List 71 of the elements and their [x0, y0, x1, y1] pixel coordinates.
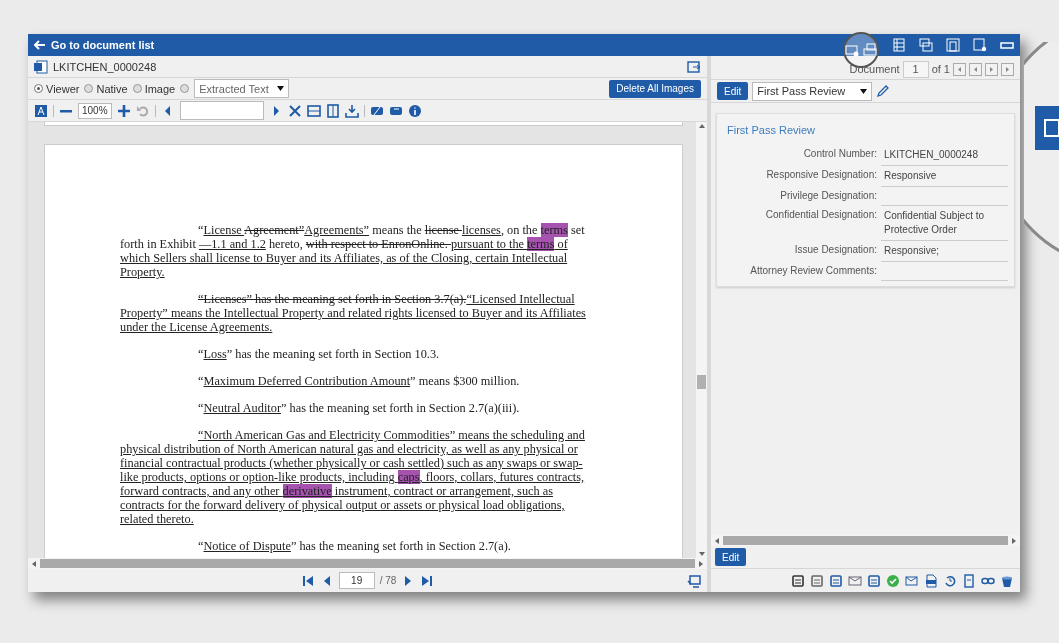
- page-total: / 78: [379, 575, 397, 586]
- text-source-dropdown[interactable]: Extracted Text: [194, 79, 289, 98]
- last-page-icon[interactable]: [420, 573, 435, 588]
- panel-title: First Pass Review: [727, 124, 817, 136]
- delete-all-images-button[interactable]: Delete All Images: [609, 79, 701, 98]
- layout-dropdown[interactable]: First Pass Review: [752, 81, 873, 101]
- download-icon[interactable]: [344, 103, 359, 118]
- stack-icon[interactable]: [863, 43, 877, 57]
- edit-button[interactable]: Edit: [715, 548, 747, 566]
- document-paragraph: “Maximum Deferred Contribution Amount” means $300 million.: [197, 374, 521, 388]
- file-name: LKITCHEN_0000248: [53, 60, 157, 73]
- field-label: Issue Designation:: [793, 243, 877, 257]
- document-paragraph: “Notice of Dispute” has the meaning set forth in Section 2.7(a).: [197, 539, 512, 553]
- pencil-icon[interactable]: [876, 84, 891, 98]
- view-mode-radio[interactable]: Viewer: [34, 82, 80, 95]
- scrollbar-thumb[interactable]: [697, 375, 706, 389]
- text-mode-icon[interactable]: [34, 103, 48, 118]
- back-link[interactable]: Go to document list: [34, 39, 155, 51]
- document-number-field[interactable]: 1: [902, 60, 929, 78]
- check-icon[interactable]: [886, 573, 900, 588]
- windows-icon[interactable]: [919, 38, 933, 52]
- scroll-right-icon[interactable]: [1010, 536, 1018, 545]
- document-total: of 1: [931, 63, 950, 75]
- field-value: LKITCHEN_0000248: [881, 146, 1008, 166]
- zoom-field[interactable]: 100%: [78, 102, 112, 119]
- document-paragraph: “Loss” has the meaning set forth in Section 10.3.: [197, 347, 441, 361]
- caret-icon: [276, 86, 284, 91]
- scroll-left-icon[interactable]: [713, 536, 721, 545]
- field-value: Confidential Subject to Protective Order: [881, 207, 1008, 241]
- document-paragraph: “Neutral Auditor” has the meaning set forth in Section 2.7(a)(iii).: [197, 401, 521, 415]
- view-mode-radio[interactable]: [180, 84, 190, 93]
- window-gear-icon[interactable]: [973, 38, 987, 52]
- field-label: Privilege Designation:: [779, 189, 877, 203]
- document-label: Document: [849, 63, 900, 75]
- scroll-up-icon[interactable]: [697, 122, 706, 130]
- popout-icon[interactable]: [687, 59, 701, 74]
- mail-icon[interactable]: [848, 573, 862, 588]
- scrollbar-thumb[interactable]: [723, 536, 1008, 545]
- document-icon[interactable]: [962, 573, 976, 588]
- field-value: Responsive: [881, 167, 1008, 187]
- file-icon[interactable]: [924, 573, 938, 588]
- field-label: Attorney Review Comments:: [749, 264, 877, 278]
- page-number-field[interactable]: 19: [338, 572, 375, 589]
- arrow-left-icon: [34, 40, 46, 50]
- word-file-icon: [34, 59, 48, 74]
- caret-icon: [860, 88, 868, 94]
- history-icon[interactable]: [943, 573, 957, 588]
- field-label: Responsive Designation:: [765, 168, 877, 182]
- document-paragraph: “North American Gas and Electricity Commodities” means the scheduling and physical distribution of North American natural gas and electricity, as well as any physical or financial contractual products (whether physically or cash settled) such as any swaps or swap-like products, options or option-like products, including caps, floors, collars, futures contracts, forward contracts, and any other derivative instrument, contract or arrangement, such as contracts for the forward delivery of physical output or assets or physical load obligations, related thereto.: [120, 428, 586, 526]
- search-field[interactable]: [179, 101, 264, 120]
- fit-width-icon[interactable]: [306, 103, 321, 118]
- view-mode-radio[interactable]: Native: [84, 82, 128, 95]
- scroll-left-icon[interactable]: [30, 559, 38, 568]
- zoom-in-icon[interactable]: [116, 103, 131, 118]
- view-mode-radio[interactable]: Image: [132, 82, 176, 95]
- first-page-icon[interactable]: [300, 573, 315, 588]
- fit-page-icon[interactable]: [287, 103, 302, 118]
- edit-button[interactable]: Edit: [717, 82, 749, 100]
- panel-icon[interactable]: [946, 38, 960, 52]
- field-label: Confidential Designation:: [764, 208, 877, 222]
- info-icon[interactable]: [407, 103, 422, 118]
- scrollbar-thumb[interactable]: [40, 559, 695, 568]
- document-paragraph: “Licenses” has the meaning set forth in Section 3.7(a).“Licensed Intellectual Property” means the Intellectual Property and related rights licensed to Buyer and its Affiliates under the License Agreements.: [120, 292, 587, 334]
- table-icon[interactable]: [892, 38, 906, 52]
- mail-add-icon[interactable]: [905, 573, 919, 588]
- field-label: Control Number:: [802, 147, 877, 161]
- document-paragraph: “License Agreement”Agreements” means the license licenses, on the terms set forth in Exhibit —1.1 and 1.2 hereto, with respect to EnronOnline. pursuant to the terms of which Sellers shall license to Buyer and its Affiliates, as of the Closing, certain Intellectual Property.: [120, 223, 586, 279]
- monitor-icon[interactable]: [687, 574, 701, 588]
- field-value: Responsive;: [881, 242, 1008, 262]
- fit-height-icon[interactable]: [325, 103, 340, 118]
- scroll-right-icon[interactable]: [697, 559, 705, 568]
